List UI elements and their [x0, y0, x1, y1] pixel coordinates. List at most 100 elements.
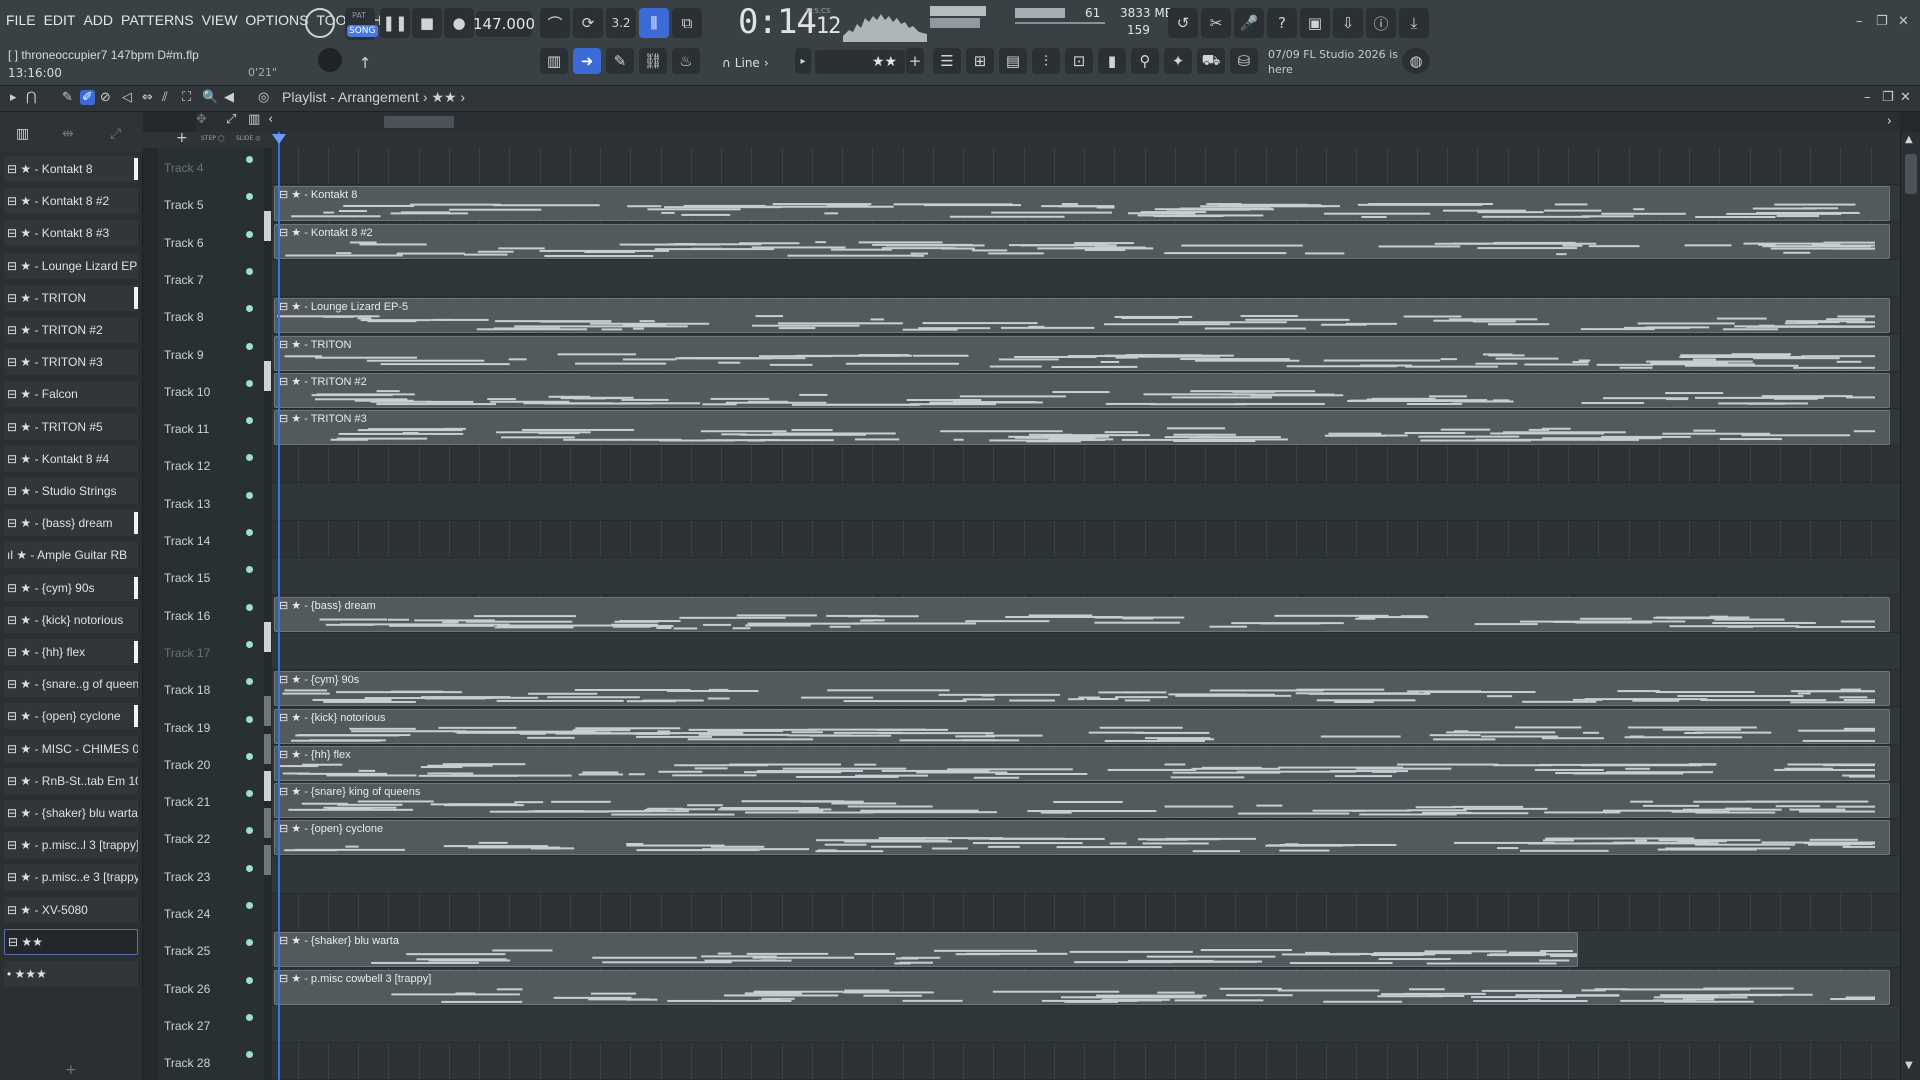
playlist-menu-arrow-icon[interactable]: ▸ [10, 90, 17, 105]
master-pitch-knob-icon[interactable] [318, 48, 342, 72]
stepseq-icon[interactable]: ⊞ [966, 48, 994, 74]
undo-icon[interactable]: ↺ [1168, 8, 1198, 38]
track-enable-icon[interactable] [246, 752, 253, 760]
channel-item[interactable]: ⊟ ★ - Lounge Lizard EP-5 [4, 252, 138, 279]
pattern-clip[interactable]: ⊟ ★ - Lounge Lizard EP-5 [274, 298, 1890, 334]
track-enable-icon[interactable] [246, 230, 253, 238]
snap-select[interactable]: ∩ Line › [722, 52, 784, 74]
song-pattern-toggle[interactable]: PAT SONG [345, 8, 378, 40]
track-enable-icon[interactable] [246, 976, 253, 984]
menu-view[interactable]: VIEW [202, 12, 238, 28]
track-label[interactable]: Track 23 [164, 870, 210, 884]
mic-icon[interactable]: 🎤 [1234, 8, 1264, 38]
channel-item[interactable]: ⊟ ★ - {open} cyclone [4, 703, 138, 730]
step-icon[interactable]: STEP ◯ [201, 135, 225, 142]
track-label[interactable]: Track 25 [164, 944, 210, 958]
channel-item[interactable]: ⊟ ★ - TRITON #2 [4, 317, 138, 343]
download-icon[interactable]: ⤓ [1399, 8, 1429, 38]
link-icon[interactable]: ⛓ [639, 48, 667, 74]
playhead[interactable] [278, 132, 280, 1080]
paint-tool-icon[interactable]: ✐ [80, 90, 95, 105]
track-lane[interactable]: ⊟ ★ - Lounge Lizard EP-5 [272, 297, 1900, 335]
channel-item[interactable]: ⊟ ★ - {hh} flex [4, 639, 138, 665]
scroll-up-icon[interactable]: ▲ [1905, 134, 1913, 145]
track-lane[interactable]: ⊟ ★ - {snare} king of queens [272, 782, 1900, 820]
horizontal-scrollbar[interactable]: › [272, 112, 1900, 132]
tempo-display[interactable]: 147.000 [473, 11, 535, 37]
track-lane[interactable] [272, 1005, 1900, 1043]
pattern-clip[interactable]: ⊟ ★ - {kick} notorious [274, 708, 1890, 744]
track-label[interactable]: Track 10 [164, 385, 210, 399]
menu-patterns[interactable]: PATTERNS [121, 12, 194, 28]
track-enable-icon[interactable] [246, 827, 253, 835]
pattern-clip[interactable]: ⊟ ★ - TRITON #3 [274, 410, 1890, 446]
track-enable-icon[interactable] [246, 305, 253, 313]
pattern-clip[interactable]: ⊟ ★ - TRITON [274, 335, 1890, 371]
pause-icon[interactable]: ❚❚ [380, 8, 410, 38]
track-enable-icon[interactable] [246, 715, 253, 723]
track-lane[interactable]: ⊟ ★ - {hh} flex [272, 745, 1900, 782]
menu-file[interactable]: FILE [6, 12, 36, 28]
step-edit-icon[interactable]: ⫼ [639, 8, 669, 38]
channel-item[interactable]: ⊟ ★ - MISC - CHIMES 0.8 [4, 735, 138, 762]
track-enable-icon[interactable] [246, 267, 253, 275]
pattern-clip[interactable]: ⊟ ★ - p.misc cowbell 3 [trappy] [274, 969, 1890, 1005]
track-label[interactable]: Track 22 [164, 832, 210, 846]
magnet-icon[interactable]: ⋂ [26, 90, 37, 105]
track-enable-icon[interactable] [246, 491, 253, 499]
track-lane[interactable]: ⊟ ★ - TRITON #2 [272, 372, 1900, 409]
channel-item[interactable]: ⊟ ★ - {cym} 90s [4, 574, 138, 601]
track-lane[interactable]: ⊟ ★ - {kick} notorious [272, 707, 1900, 745]
pattern-clip[interactable]: ⊟ ★ - {bass} dream [274, 596, 1890, 632]
globe-icon[interactable]: ◍ [1402, 48, 1430, 74]
track-label[interactable]: Track 5 [164, 198, 204, 212]
loop-icon[interactable]: ⟳ [573, 8, 603, 38]
master-volume-knob-icon[interactable] [305, 8, 335, 38]
vertical-scrollbar[interactable]: ▲ ▼ [1900, 132, 1920, 1080]
track-enable-icon[interactable] [246, 864, 253, 872]
channel-item[interactable]: ⊟ ★ - Falcon [4, 381, 138, 408]
track-lane[interactable]: ⊟ ★ - {open} cyclone [272, 819, 1900, 857]
cart-icon[interactable]: ⛟ [1197, 48, 1225, 74]
help-icon[interactable]: ? [1267, 8, 1297, 38]
pitch-arrow-icon[interactable]: ↑ [350, 48, 380, 78]
browser-icon[interactable]: ⊡ [1065, 48, 1093, 74]
channel-item[interactable]: ⊟ ★ - TRITON #5 [4, 413, 138, 440]
channel-item[interactable]: ⊟ ★ - {kick} notorious [4, 606, 138, 633]
move-icon[interactable]: ✥ [196, 112, 207, 127]
track-enable-icon[interactable] [246, 640, 253, 648]
track-enable-icon[interactable] [246, 678, 253, 686]
track-lane[interactable] [272, 259, 1900, 297]
track-enable-icon[interactable] [246, 790, 253, 798]
track-label[interactable]: Track 12 [164, 459, 210, 473]
track-lane[interactable] [272, 632, 1900, 670]
grid-icon[interactable]: ▥ [248, 112, 260, 127]
channel-item[interactable]: ⊟ ★ - Kontakt 8 #2 [4, 188, 138, 215]
track-lane[interactable]: ⊟ ★ - {cym} 90s [272, 670, 1900, 708]
pattern-clip[interactable]: ⊟ ★ - {hh} flex [274, 745, 1890, 781]
file-icon[interactable]: ▮ [1098, 48, 1126, 74]
channel-item[interactable]: ⊟ ★ - Kontakt 8 #4 [4, 445, 138, 472]
playlist-minimize-icon[interactable]: – [1864, 90, 1871, 105]
track-lane[interactable] [272, 148, 1900, 185]
track-lane[interactable]: ⊟ ★ - {shaker} blu warta [272, 931, 1900, 969]
track-lane[interactable]: ⊟ ★ - p.misc cowbell 3 [trappy] [272, 969, 1900, 1006]
track-enable-icon[interactable] [246, 454, 253, 462]
channel-item[interactable]: ⊟ ★ - p.misc..l 3 [trappy] [4, 832, 138, 859]
track-lane[interactable]: ⊟ ★ - {bass} dream [272, 596, 1900, 633]
shop-icon[interactable]: ⛁ [1230, 48, 1258, 74]
mute-tool-icon[interactable]: ◁ [122, 90, 132, 105]
info-icon[interactable]: ⓘ [1366, 8, 1396, 38]
pattern-clip[interactable]: ⊟ ★ - {snare} king of queens [274, 783, 1890, 819]
track-enable-icon[interactable] [246, 566, 253, 574]
channel-item[interactable]: ⊟ ★ - Kontakt 8 [4, 156, 138, 182]
piano-keys-icon[interactable]: ▥ [16, 126, 29, 142]
track-lane[interactable] [272, 521, 1900, 558]
close-icon[interactable]: ✕ [1898, 14, 1909, 29]
track-label[interactable]: Track 8 [164, 310, 204, 324]
track-enable-icon[interactable] [246, 342, 253, 350]
track-label[interactable]: Track 6 [164, 236, 204, 250]
arrow-right-icon[interactable]: ➜ [573, 48, 601, 74]
save-icon[interactable]: ▣ [1300, 8, 1330, 38]
pattern-clip[interactable]: ⊟ ★ - {cym} 90s [274, 671, 1890, 707]
